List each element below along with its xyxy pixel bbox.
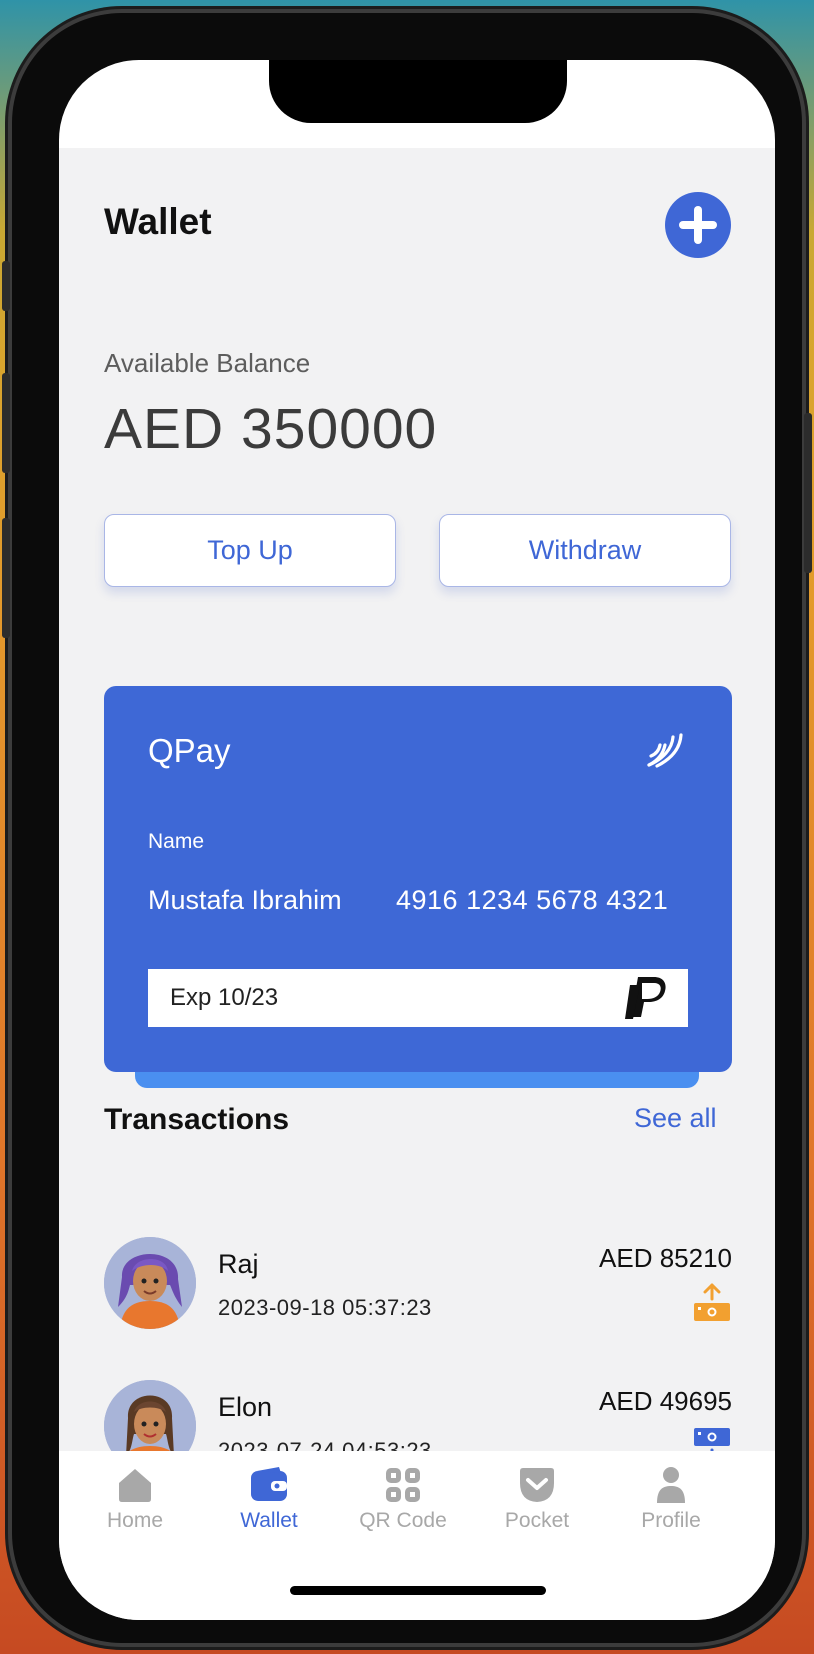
profile-icon (657, 1467, 685, 1503)
transaction-name: Elon (218, 1392, 273, 1422)
paypal-icon (625, 977, 666, 1019)
tab-wallet[interactable]: Wallet (209, 1465, 329, 1533)
tab-qr-code-label: QR Code (359, 1509, 447, 1532)
wallet-icon (251, 1467, 287, 1501)
tab-pocket[interactable]: Pocket (477, 1465, 597, 1533)
withdraw-button[interactable]: Withdraw (439, 514, 731, 587)
top-up-button[interactable]: Top Up (104, 514, 396, 587)
transaction-row[interactable]: Elon 2023-07-24 04:53:23 AED 49695 (104, 1380, 732, 1451)
pocket-icon (520, 1468, 554, 1502)
tab-qr-code[interactable]: QR Code (343, 1465, 463, 1533)
card-expiry: Exp 10/23 (170, 984, 279, 1011)
volume-down-button (2, 518, 10, 638)
home-indicator[interactable] (290, 1586, 546, 1595)
card-expiry-strip: Exp 10/23 (148, 969, 688, 1027)
transactions-title: Transactions (104, 1103, 290, 1136)
transaction-amount: AED 85210 (599, 1243, 732, 1273)
tab-wallet-label: Wallet (240, 1509, 298, 1532)
payment-card[interactable]: QPay Name Mustafa Ibrahim 4916 1234 5678… (104, 686, 732, 1072)
wallet-content: Wallet Available Balance AED 350000 Top … (59, 148, 775, 1451)
cash-out-icon (694, 1283, 730, 1321)
card-name-label: Name (148, 830, 205, 853)
home-icon (119, 1469, 151, 1502)
transaction-amount: AED 49695 (599, 1386, 732, 1416)
notch (269, 60, 567, 123)
tab-home-label: Home (106, 1509, 164, 1532)
card-brand: QPay (148, 732, 231, 769)
transaction-row[interactable]: Raj 2023-09-18 05:37:23 AED 85210 (104, 1237, 732, 1329)
tab-profile[interactable]: Profile (611, 1465, 731, 1533)
transaction-date: 2023-07-24 04:53:23 (218, 1438, 432, 1451)
balance-label: Available Balance (104, 348, 311, 378)
transaction-date: 2023-09-18 05:37:23 (218, 1295, 432, 1320)
contactless-icon (647, 733, 683, 768)
card-holder-name: Mustafa Ibrahim (148, 885, 342, 915)
transaction-name: Raj (218, 1249, 259, 1279)
tab-profile-label: Profile (641, 1509, 701, 1532)
cash-in-icon (694, 1428, 730, 1451)
avatar (104, 1380, 196, 1451)
phone-frame: Wallet Available Balance AED 350000 Top … (2, 13, 812, 1643)
balance-value: AED 350000 (104, 397, 438, 461)
tab-home[interactable]: Home (75, 1465, 195, 1533)
add-button[interactable] (665, 192, 731, 258)
card-number: 4916 1234 5678 4321 (396, 885, 669, 915)
volume-up-button (2, 373, 10, 473)
see-all-link[interactable]: See all (634, 1103, 717, 1134)
page-title: Wallet (104, 201, 212, 242)
mute-switch (2, 261, 10, 311)
power-button (804, 413, 812, 573)
screen: Wallet Available Balance AED 350000 Top … (59, 60, 775, 1620)
tab-pocket-label: Pocket (504, 1509, 570, 1532)
avatar (104, 1237, 196, 1329)
qr-code-icon (386, 1468, 420, 1502)
